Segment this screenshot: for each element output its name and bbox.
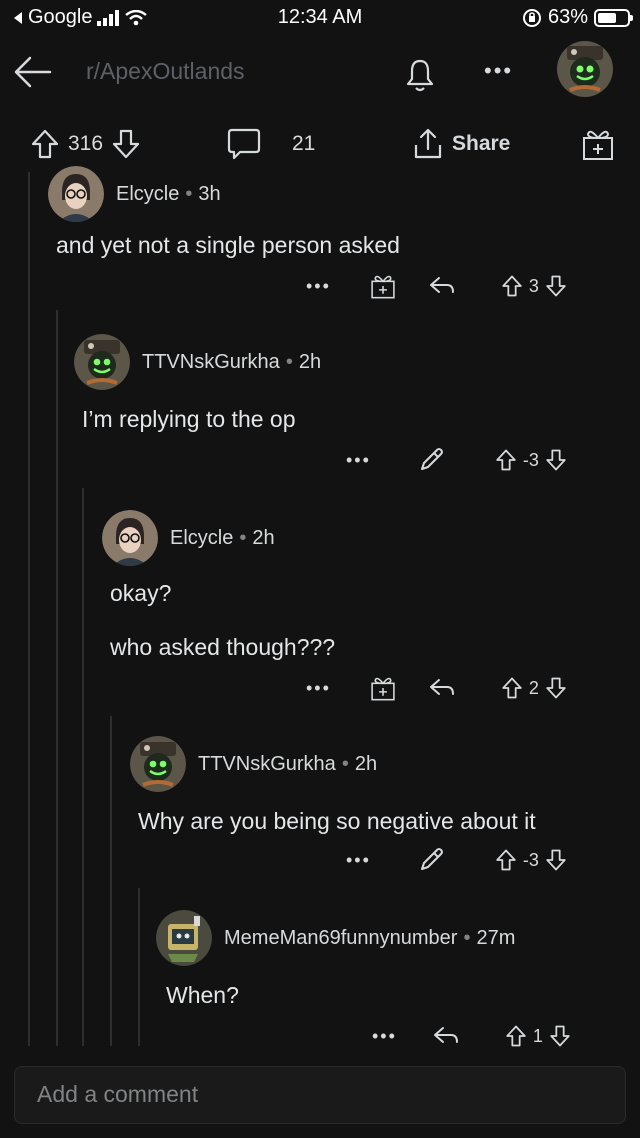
comment-author[interactable]: TTVNskGurkha: [142, 351, 280, 373]
comment-score: -3: [522, 449, 539, 470]
comment-input[interactable]: [37, 1081, 597, 1108]
comment-actions: ••• 1: [372, 1018, 571, 1054]
comment-score: 2: [528, 677, 539, 698]
comment-meta: Elcycle • 3h: [116, 183, 221, 206]
battery-percent: 63%: [547, 6, 588, 28]
comment-header: Elcycle • 2h: [102, 510, 275, 566]
comment-time: 2h: [252, 526, 275, 549]
award-gift-icon[interactable]: [369, 271, 397, 301]
edit-pencil-icon[interactable]: [417, 846, 445, 874]
comment-time: 27m: [476, 926, 516, 949]
subreddit-title[interactable]: r/ApexOutlands: [86, 58, 245, 85]
downvote-arrow-icon[interactable]: [111, 128, 141, 160]
upvote-arrow-icon[interactable]: [501, 675, 523, 701]
thread-line[interactable]: [28, 172, 30, 1046]
comment-author[interactable]: TTVNskGurkha: [198, 753, 336, 775]
share-label: Share: [452, 132, 511, 155]
comment-body: who asked though???: [110, 634, 336, 660]
edit-pencil-icon[interactable]: [417, 446, 445, 474]
avatar[interactable]: [102, 510, 158, 566]
comment-time: 2h: [354, 752, 378, 775]
upvote-arrow-icon[interactable]: [495, 847, 517, 873]
comment-composer[interactable]: [14, 1066, 626, 1124]
downvote-arrow-icon[interactable]: [545, 847, 567, 873]
reply-arrow-icon[interactable]: [427, 676, 457, 700]
comment-count: 21: [292, 132, 316, 155]
avatar[interactable]: [130, 736, 186, 792]
orientation-lock-icon: [522, 8, 541, 27]
meta-separator: •: [239, 526, 247, 549]
more-options-button[interactable]: •••: [372, 1026, 397, 1047]
comment-meta: TTVNskGurkha • 2h: [142, 351, 321, 374]
comments-button[interactable]: 21: [226, 118, 315, 170]
comment-actions: ••• -3: [346, 442, 567, 478]
thread-line[interactable]: [110, 716, 112, 1046]
user-avatar[interactable]: [556, 40, 614, 98]
comment-body: When?: [166, 982, 239, 1008]
bell-icon[interactable]: [398, 52, 442, 96]
downvote-arrow-icon[interactable]: [545, 675, 567, 701]
downvote-arrow-icon[interactable]: [545, 447, 567, 473]
award-gift-icon[interactable]: [369, 673, 397, 703]
comment-body: okay?: [110, 580, 172, 606]
comment-header: TTVNskGurkha • 2h: [130, 736, 377, 792]
comment-body: I’m replying to the op: [82, 406, 296, 432]
comment-actions: ••• 3: [306, 268, 567, 304]
upvote-arrow-icon[interactable]: [495, 447, 517, 473]
comment-header: Elcycle • 3h: [48, 166, 221, 222]
thread-line[interactable]: [138, 888, 140, 1046]
comment-score: 1: [532, 1025, 543, 1046]
downvote-arrow-icon[interactable]: [549, 1023, 571, 1049]
comment-author[interactable]: Elcycle: [170, 527, 233, 549]
upvote-arrow-icon[interactable]: [30, 128, 60, 160]
upvote-arrow-icon[interactable]: [505, 1023, 527, 1049]
battery-icon: [594, 8, 633, 27]
more-options-button[interactable]: •••: [306, 276, 331, 297]
comment-header: TTVNskGurkha • 2h: [74, 334, 321, 390]
comment-score: -3: [522, 849, 539, 870]
upvote-arrow-icon[interactable]: [501, 273, 523, 299]
status-bar: Google 12:34 AM 63%: [0, 0, 640, 36]
comment-header: MemeMan69funnynumber • 27m: [156, 910, 515, 966]
meta-separator: •: [341, 752, 349, 775]
comment-meta: TTVNskGurkha • 2h: [198, 753, 377, 776]
comment-body: and yet not a single person asked: [56, 232, 400, 258]
meta-separator: •: [185, 182, 193, 205]
post-action-bar: 316 21 Share: [0, 118, 640, 170]
more-options-button[interactable]: •••: [346, 850, 371, 871]
share-button[interactable]: Share: [412, 118, 510, 170]
comment-time: 2h: [298, 350, 322, 373]
battery-fill: [598, 12, 616, 23]
thread-line[interactable]: [82, 488, 84, 1046]
post-score: 316: [68, 132, 104, 155]
meta-separator: •: [463, 926, 471, 949]
comment-actions: ••• -3: [346, 842, 567, 878]
avatar[interactable]: [48, 166, 104, 222]
comment-body: Why are you being so negative about it: [138, 808, 536, 834]
comment-meta: MemeMan69funnynumber • 27m: [224, 927, 515, 950]
comment-score: 3: [528, 275, 539, 296]
more-options-button[interactable]: •••: [484, 58, 513, 84]
avatar[interactable]: [156, 910, 212, 966]
share-icon: [414, 128, 442, 159]
comment-bubble-icon: [227, 128, 261, 160]
more-options-button[interactable]: •••: [346, 450, 371, 471]
reply-arrow-icon[interactable]: [427, 274, 457, 298]
comment-meta: Elcycle • 2h: [170, 527, 275, 550]
more-options-button[interactable]: •••: [306, 678, 331, 699]
comment-actions: ••• 2: [306, 670, 567, 706]
reply-arrow-icon[interactable]: [431, 1024, 461, 1048]
comment-author[interactable]: Elcycle: [116, 183, 179, 205]
meta-separator: •: [285, 350, 293, 373]
top-nav: r/ApexOutlands •••: [0, 36, 640, 110]
comment-author[interactable]: MemeMan69funnynumber: [224, 927, 457, 949]
comment-time: 3h: [198, 182, 221, 205]
avatar[interactable]: [74, 334, 130, 390]
thread-line[interactable]: [56, 310, 58, 1046]
downvote-arrow-icon[interactable]: [545, 273, 567, 299]
award-gift-icon[interactable]: [580, 126, 616, 162]
back-arrow-icon[interactable]: [10, 50, 54, 94]
